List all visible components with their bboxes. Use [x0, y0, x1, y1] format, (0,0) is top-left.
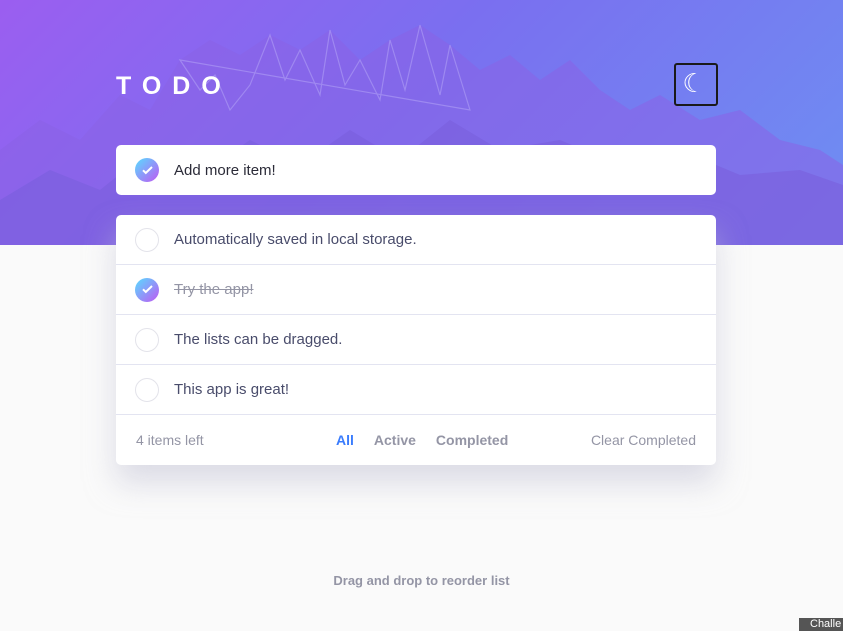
todo-item[interactable]: Try the app! — [116, 265, 716, 315]
clear-completed-button[interactable]: Clear Completed — [591, 432, 696, 448]
checkbox-icon[interactable] — [135, 327, 159, 352]
theme-toggle-button[interactable]: ☾ — [674, 63, 718, 106]
todo-item[interactable]: The lists can be dragged. — [116, 315, 716, 365]
filter-completed[interactable]: Completed — [436, 432, 508, 448]
header-background — [0, 0, 843, 245]
todo-label: Automatically saved in local storage. — [174, 231, 417, 248]
new-todo-input[interactable]: Add more item! — [116, 145, 716, 195]
filter-all[interactable]: All — [336, 432, 354, 448]
attribution-link[interactable]: Challe — [799, 618, 843, 631]
moon-icon: ☾ — [682, 67, 706, 98]
checkbox-icon[interactable] — [135, 227, 159, 252]
new-todo-check-icon[interactable] — [135, 158, 159, 182]
todo-item[interactable]: This app is great! — [116, 365, 716, 415]
checkbox-icon[interactable] — [135, 277, 159, 302]
new-todo-text: Add more item! — [174, 161, 276, 179]
reorder-hint: Drag and drop to reorder list — [333, 573, 510, 588]
app-title: TODO — [116, 72, 232, 100]
mountain-image — [0, 24, 843, 245]
list-footer: 4 items left All Active Completed Clear … — [116, 415, 716, 465]
todo-list: Automatically saved in local storage. Tr… — [116, 215, 716, 465]
todo-label: The lists can be dragged. — [174, 331, 343, 348]
checkbox-icon[interactable] — [135, 377, 159, 402]
todo-label: Try the app! — [174, 281, 254, 298]
todo-label: This app is great! — [174, 381, 290, 398]
todo-item[interactable]: Automatically saved in local storage. — [116, 215, 716, 265]
filter-active[interactable]: Active — [374, 432, 416, 448]
filter-tabs: All Active Completed — [336, 432, 508, 448]
items-left-count: 4 items left — [136, 432, 204, 448]
